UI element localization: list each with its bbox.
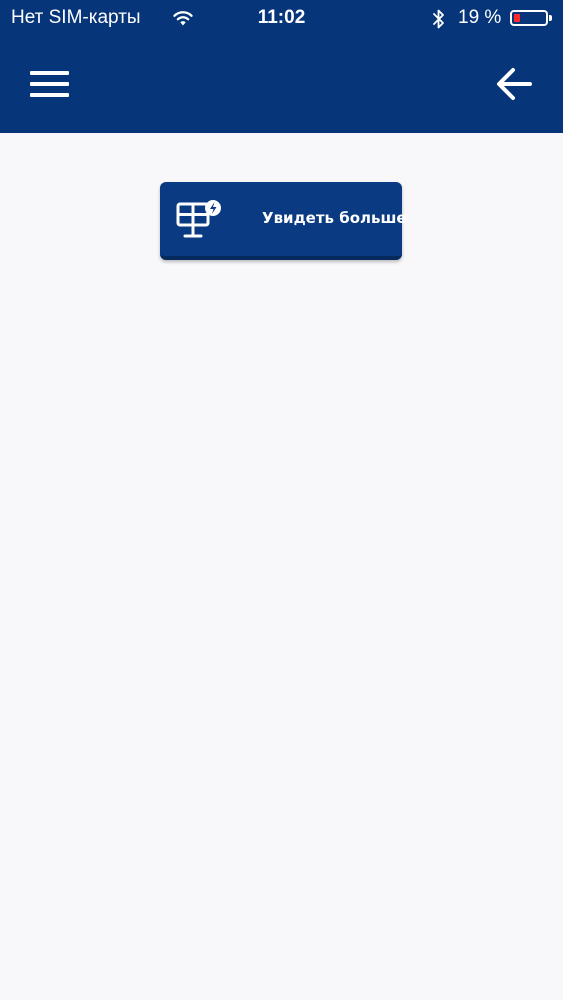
nav-bar — [0, 38, 563, 133]
main-content: Увидеть больше — [0, 133, 563, 1000]
see-more-button[interactable]: Увидеть больше — [160, 182, 407, 260]
status-bar: Нет SIM-карты 11:02 19 % — [0, 0, 563, 38]
battery-tip — [549, 15, 552, 21]
hamburger-menu-icon — [30, 71, 69, 97]
bluetooth-icon — [433, 9, 444, 29]
see-more-label: Увидеть больше — [262, 209, 407, 227]
app-header: Нет SIM-карты 11:02 19 % — [0, 0, 563, 133]
battery-icon — [510, 10, 548, 26]
back-arrow-icon — [497, 68, 532, 100]
menu-button[interactable] — [22, 62, 76, 106]
back-button[interactable] — [486, 58, 540, 108]
solar-panel-icon — [176, 200, 221, 238]
battery-level — [514, 14, 520, 22]
battery-percent: 19 % — [458, 7, 502, 28]
